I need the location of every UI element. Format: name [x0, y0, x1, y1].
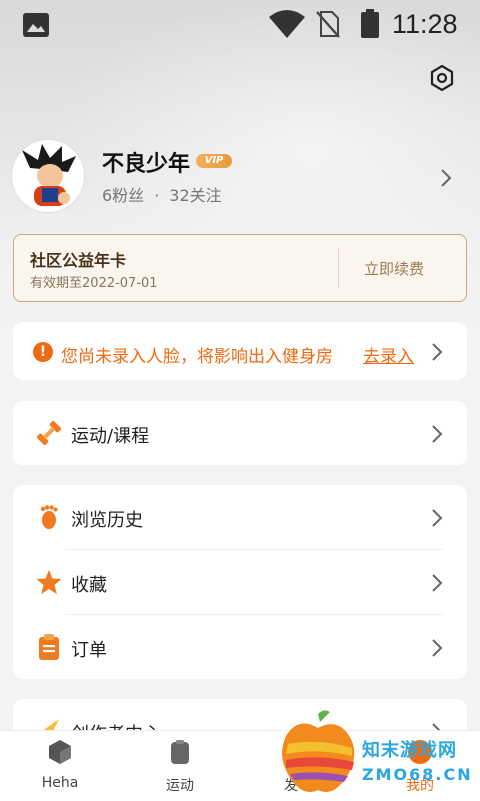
dumbbell-icon: [36, 420, 62, 446]
chevron-right-icon: [432, 574, 443, 592]
sport-tab-icon: [171, 740, 189, 764]
username: 不良少年: [102, 152, 191, 177]
status-time: 11:28: [392, 9, 458, 39]
membership-card[interactable]: 社区公益年卡 有效期至2022-07-01 立即续费: [13, 234, 467, 302]
status-bar: 11:28: [0, 0, 480, 50]
menu-item-orders[interactable]: 订单: [13, 615, 467, 679]
stats-separator: ·: [154, 186, 160, 205]
chevron-right-icon: [432, 343, 443, 361]
no-sim-icon: [316, 11, 340, 38]
star-icon: [36, 570, 62, 594]
settings-icon[interactable]: [428, 64, 456, 92]
chevron-right-icon: [432, 425, 443, 443]
face-enroll-link[interactable]: 去录入: [363, 342, 414, 367]
menu-item-favorites[interactable]: 收藏: [13, 550, 467, 614]
chevron-right-icon: [441, 169, 452, 187]
membership-expire: 有效期至2022-07-01: [30, 276, 158, 291]
clipboard-icon: [39, 634, 59, 660]
activity-card: 浏览历史 收藏 订单: [13, 485, 467, 679]
membership-title: 社区公益年卡: [30, 251, 127, 270]
profile-stats: 6粉丝 · 32关注: [102, 182, 222, 206]
avatar[interactable]: [12, 140, 84, 212]
face-alert-row[interactable]: ! 您尚未录入人脸，将影响出入健身房 去录入: [13, 322, 467, 380]
image-notification-icon: [23, 13, 49, 37]
watermark-text-cn: 知末游戏网: [362, 740, 457, 761]
membership-divider: [338, 249, 339, 287]
menu-label-history: 浏览历史: [71, 510, 143, 531]
battery-icon: [361, 9, 379, 38]
footprint-icon: [40, 505, 58, 529]
menu-item-sport[interactable]: 运动/课程: [13, 401, 467, 465]
home-cube-icon: [49, 740, 71, 764]
renew-button[interactable]: 立即续费: [364, 258, 424, 279]
nav-home-label: Heha: [41, 775, 79, 791]
sport-card[interactable]: 运动/课程: [13, 401, 467, 465]
menu-label-favorites: 收藏: [71, 575, 107, 596]
face-alert-card[interactable]: ! 您尚未录入人脸，将影响出入健身房 去录入: [13, 322, 467, 380]
watermark-text-domain: ZMO68.CN: [362, 765, 473, 784]
watermark-logo: 知末游戏网 ZMO68.CN: [278, 708, 478, 800]
avatar-image: [12, 140, 84, 212]
nav-home[interactable]: Heha: [0, 731, 120, 801]
nav-sport-label: 运动: [166, 778, 194, 794]
following-count[interactable]: 32关注: [169, 186, 221, 205]
apple-logo-icon: [282, 710, 355, 792]
chevron-right-icon: [432, 509, 443, 527]
chevron-right-icon: [432, 639, 443, 657]
nav-sport[interactable]: 运动: [120, 731, 240, 801]
menu-label-sport: 运动/课程: [71, 426, 150, 447]
warning-icon: !: [33, 342, 53, 362]
wifi-icon: [269, 10, 305, 38]
menu-label-orders: 订单: [71, 640, 107, 661]
menu-item-history[interactable]: 浏览历史: [13, 485, 467, 549]
profile-header[interactable]: 不良少年 VIP 6粉丝 · 32关注: [12, 140, 468, 215]
fans-count[interactable]: 6粉丝: [102, 186, 144, 205]
face-alert-message: 您尚未录入人脸，将影响出入健身房: [61, 347, 333, 367]
vip-badge: VIP: [196, 154, 232, 168]
